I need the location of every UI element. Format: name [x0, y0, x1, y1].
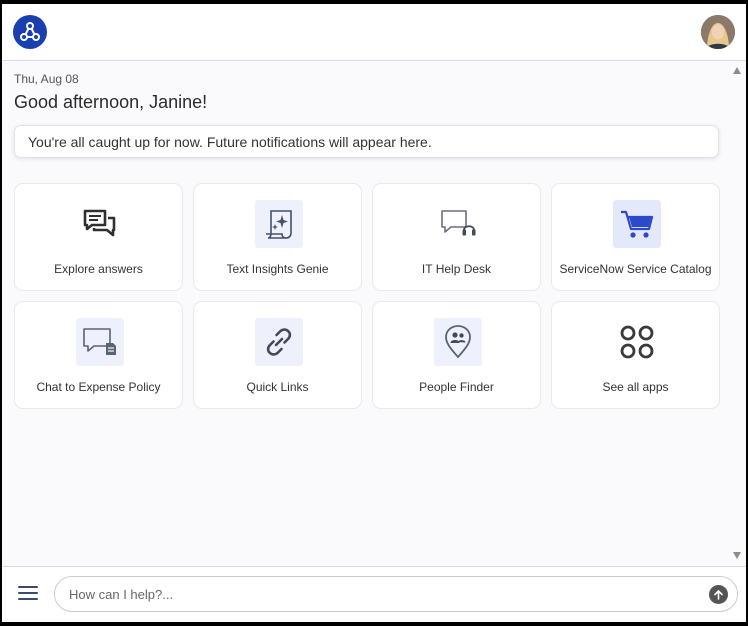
people-pin-icon: [434, 318, 482, 366]
send-arrow-icon[interactable]: [709, 585, 728, 604]
app-tiles-grid: Explore answers Text Insights Genie IT H…: [14, 183, 720, 409]
hamburger-menu-icon[interactable]: [18, 586, 38, 602]
user-avatar-icon[interactable]: [701, 15, 735, 49]
link-icon: [255, 318, 303, 366]
shopping-cart-icon: [613, 200, 661, 248]
composer-bar: [2, 566, 746, 622]
tile-chat-expense-policy[interactable]: Chat to Expense Policy: [14, 301, 183, 409]
notification-banner: You're all caught up for now. Future not…: [14, 125, 719, 158]
tile-quick-links[interactable]: Quick Links: [193, 301, 362, 409]
chat-input[interactable]: [54, 576, 738, 612]
tile-label: ServiceNow Service Catalog: [559, 262, 712, 276]
sparkle-scroll-icon: [255, 200, 303, 248]
tile-it-help-desk[interactable]: IT Help Desk: [372, 183, 541, 291]
tile-label: Chat to Expense Policy: [36, 380, 161, 394]
tile-label: Quick Links: [246, 380, 309, 394]
top-bar: [2, 4, 746, 61]
app-window: Thu, Aug 08 Good afternoon, Janine! You'…: [2, 4, 746, 622]
scroll-up-arrow-icon[interactable]: [733, 67, 741, 74]
scroll-down-arrow-icon[interactable]: [733, 552, 741, 559]
headset-chat-icon: [434, 200, 482, 248]
tile-servicenow-catalog[interactable]: ServiceNow Service Catalog: [551, 183, 720, 291]
tile-label: See all apps: [602, 380, 669, 394]
tile-see-all-apps[interactable]: See all apps: [551, 301, 720, 409]
tile-people-finder[interactable]: People Finder: [372, 301, 541, 409]
tile-explore-answers[interactable]: Explore answers: [14, 183, 183, 291]
document-chat-icon: [76, 318, 124, 366]
network-nodes-icon[interactable]: [13, 15, 47, 49]
tile-text-insights-genie[interactable]: Text Insights Genie: [193, 183, 362, 291]
tile-label: IT Help Desk: [421, 262, 492, 276]
tile-label: Explore answers: [54, 262, 143, 276]
home-content: Thu, Aug 08 Good afternoon, Janine! You'…: [2, 62, 732, 565]
tile-label: Text Insights Genie: [226, 262, 329, 276]
apps-grid-icon: [613, 318, 661, 366]
greeting-title: Good afternoon, Janine!: [14, 92, 208, 112]
current-date: Thu, Aug 08: [14, 72, 79, 86]
tile-label: People Finder: [419, 380, 494, 394]
speech-bubbles-icon: [76, 200, 124, 248]
